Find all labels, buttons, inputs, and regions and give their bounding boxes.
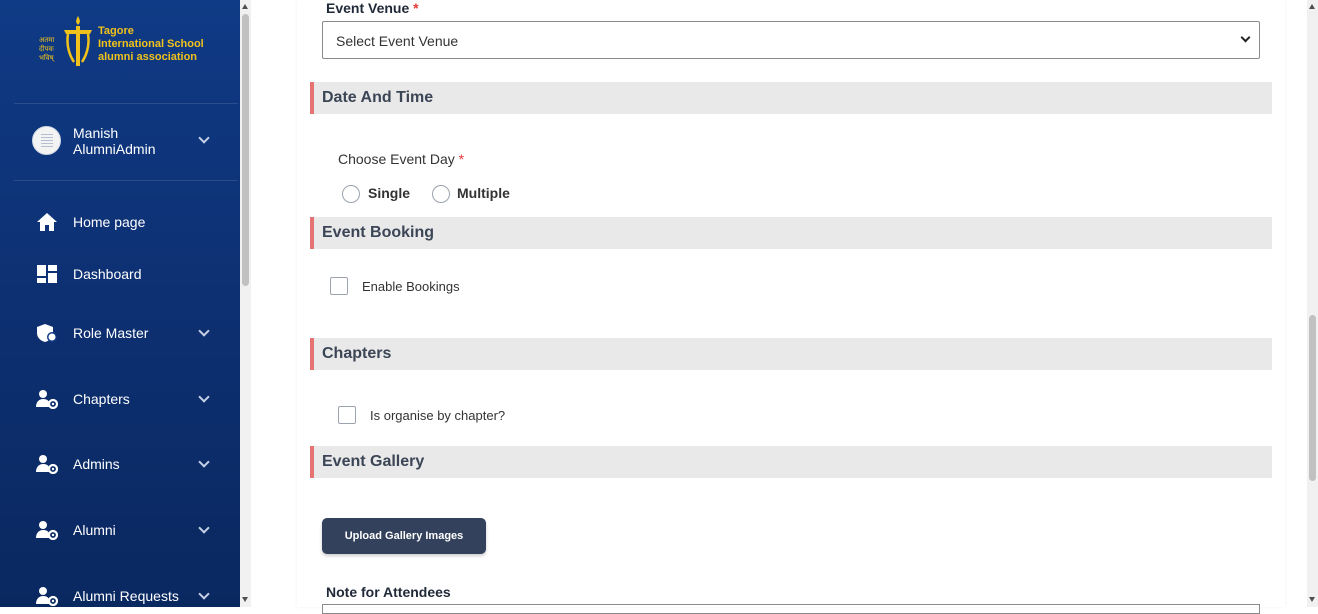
required-marker: *: [413, 0, 419, 16]
sidebar-item-alumni[interactable]: Alumni: [36, 518, 222, 544]
logo-text: Tagore International School alumni assoc…: [98, 25, 204, 63]
sidebar: अतमा दीपवः भविष् Tagore International Sc…: [0, 0, 240, 607]
shield-user-icon: [37, 324, 57, 342]
section-date-and-time: Date And Time: [310, 82, 1272, 114]
page-scrollbar[interactable]: [1307, 0, 1318, 607]
radio-multiple[interactable]: [432, 185, 450, 203]
section-event-booking: Event Booking: [310, 217, 1272, 249]
event-venue-label: Event Venue *: [326, 0, 419, 16]
scroll-down-arrow-icon[interactable]: [242, 597, 248, 602]
sidebar-item-chapters[interactable]: Chapters: [36, 387, 222, 413]
sidebar-item-label: Dashboard: [73, 266, 142, 282]
enable-bookings-checkbox[interactable]: [330, 277, 348, 295]
section-title: Date And Time: [322, 89, 434, 106]
scroll-up-arrow-icon[interactable]: [242, 4, 248, 9]
avatar: [32, 126, 61, 155]
sidebar-item-label: Home page: [73, 214, 146, 230]
sidebar-item-role-master[interactable]: Role Master: [36, 321, 222, 347]
scroll-up-arrow-icon[interactable]: [1309, 4, 1315, 9]
required-marker: *: [458, 151, 465, 167]
chevron-down-icon: [198, 132, 210, 144]
torch-logo-icon: [64, 16, 92, 66]
sidebar-item-label: Chapters: [73, 391, 130, 407]
radio-multiple-label[interactable]: Multiple: [457, 185, 510, 201]
sidebar-item-label: Alumni: [73, 522, 116, 538]
note-for-attendees-label: Note for Attendees: [326, 584, 451, 600]
chevron-down-icon: [198, 325, 210, 337]
sidebar-item-dashboard[interactable]: Dashboard: [36, 262, 222, 288]
organise-by-chapter-label[interactable]: Is organise by chapter?: [370, 408, 505, 423]
chevron-down-icon: [198, 456, 210, 468]
sidebar-item-alumni-requests[interactable]: Alumni Requests: [36, 584, 222, 607]
user-gear-icon: [36, 390, 58, 409]
divider: [14, 180, 238, 181]
sidebar-item-admins[interactable]: Admins: [36, 452, 222, 478]
event-venue-select-value: Select Event Venue: [336, 33, 459, 49]
chevron-down-icon: [198, 391, 210, 403]
scroll-down-arrow-icon[interactable]: [1309, 597, 1315, 602]
chevron-down-icon: [198, 588, 210, 600]
radio-single[interactable]: [342, 185, 360, 203]
sidebar-scrollbar-thumb[interactable]: [242, 14, 249, 286]
main-content: Event Venue * Select Event Venue Date An…: [251, 0, 1308, 614]
sidebar-scrollbar[interactable]: [240, 0, 251, 607]
upload-gallery-images-button[interactable]: Upload Gallery Images: [322, 518, 486, 554]
enable-bookings-label[interactable]: Enable Bookings: [362, 279, 460, 294]
user-gear-icon: [36, 587, 58, 606]
user-gear-icon: [36, 521, 58, 540]
sidebar-item-label: Admins: [73, 456, 120, 472]
section-event-gallery: Event Gallery: [310, 446, 1272, 478]
user-profile-toggle[interactable]: Manish AlumniAdmin: [32, 124, 222, 164]
sidebar-item-label: Role Master: [73, 325, 149, 341]
user-name: Manish AlumniAdmin: [73, 125, 156, 157]
dashboard-icon: [37, 265, 57, 283]
organise-by-chapter-checkbox[interactable]: [338, 406, 356, 424]
section-title: Event Gallery: [322, 453, 425, 470]
user-gear-icon: [36, 455, 58, 474]
page-scrollbar-thumb[interactable]: [1309, 315, 1316, 481]
choose-event-day-label: Choose Event Day *: [338, 151, 465, 167]
section-title: Event Booking: [322, 224, 435, 241]
chevron-down-icon: [1240, 32, 1251, 43]
school-logo[interactable]: अतमा दीपवः भविष् Tagore International Sc…: [38, 16, 208, 72]
logo-hindi-text: अतमा दीपवः भविष्: [39, 37, 55, 62]
event-venue-select[interactable]: Select Event Venue: [322, 21, 1260, 59]
chevron-down-icon: [198, 522, 210, 534]
section-title: Chapters: [322, 345, 392, 362]
section-chapters: Chapters: [310, 338, 1272, 370]
sidebar-item-label: Alumni Requests: [73, 588, 179, 604]
note-for-attendees-input[interactable]: [322, 604, 1260, 614]
sidebar-item-home-page[interactable]: Home page: [36, 210, 222, 236]
divider: [14, 103, 238, 104]
radio-single-label[interactable]: Single: [368, 185, 410, 201]
home-icon: [37, 213, 57, 231]
